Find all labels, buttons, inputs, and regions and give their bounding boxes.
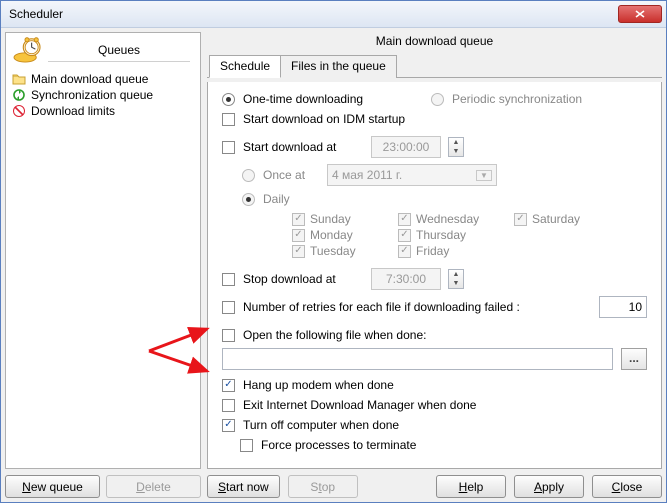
titlebar: Scheduler (1, 1, 666, 28)
sync-icon (12, 88, 26, 102)
queues-list: Main download queue Synchronization queu… (6, 67, 200, 123)
checkbox-force-terminate[interactable] (240, 439, 253, 452)
checkbox-wednesday[interactable] (398, 213, 411, 226)
checkbox-tuesday[interactable] (292, 245, 305, 258)
browse-button[interactable]: ... (621, 348, 647, 370)
tabs: Schedule Files in the queue (207, 54, 662, 78)
one-time-label: One-time downloading (243, 92, 423, 106)
queue-item-limits[interactable]: Download limits (12, 103, 194, 119)
once-at-label: Once at (263, 168, 319, 182)
close-icon[interactable] (618, 5, 662, 23)
queues-title: Queues (48, 39, 190, 62)
radio-daily[interactable] (242, 193, 255, 206)
checkbox-exit-idm[interactable] (222, 399, 235, 412)
checkbox-thursday[interactable] (398, 229, 411, 242)
limits-icon (12, 104, 26, 118)
stop-button[interactable]: Stop (288, 475, 358, 498)
radio-one-time[interactable] (222, 93, 235, 106)
periodic-label: Periodic synchronization (452, 92, 582, 106)
checkbox-start-at[interactable] (222, 141, 235, 154)
apply-button[interactable]: Apply (514, 475, 584, 498)
checkbox-hangup[interactable] (222, 379, 235, 392)
scheduler-window: Scheduler Queues (0, 0, 667, 503)
queue-label: Main download queue (31, 72, 148, 86)
schedule-panel: One-time downloading Periodic synchroniz… (207, 82, 662, 469)
queue-label: Download limits (31, 104, 115, 118)
checkbox-saturday[interactable] (514, 213, 527, 226)
retries-field[interactable]: 10 (599, 296, 647, 318)
stop-time-spinner[interactable]: ▲▼ (448, 269, 464, 289)
start-now-button[interactable]: Start now (207, 475, 280, 498)
queue-label: Synchronization queue (31, 88, 153, 102)
calendar-dropdown-icon[interactable]: ▼ (476, 170, 492, 181)
checkbox-stop-at[interactable] (222, 273, 235, 286)
checkbox-open-file[interactable] (222, 329, 235, 342)
start-time-field[interactable]: 23:00:00 (371, 136, 441, 158)
new-queue-button[interactable]: New queue (5, 475, 100, 498)
queues-panel: Queues Main download queue Synchronizati… (5, 32, 201, 469)
stop-time-field[interactable]: 7:30:00 (371, 268, 441, 290)
start-time-spinner[interactable]: ▲▼ (448, 137, 464, 157)
delete-button[interactable]: Delete (106, 475, 201, 498)
checkbox-sunday[interactable] (292, 213, 305, 226)
open-file-field[interactable] (222, 348, 613, 370)
tab-files[interactable]: Files in the queue (280, 55, 397, 78)
scheduler-icon (12, 37, 42, 63)
force-label: Force processes to terminate (261, 438, 416, 452)
daily-label: Daily (263, 192, 290, 206)
once-date-field[interactable]: 4 мая 2011 г. ▼ (327, 164, 497, 186)
exit-idm-label: Exit Internet Download Manager when done (243, 398, 476, 412)
checkbox-retries[interactable] (222, 301, 235, 314)
checkbox-start-startup[interactable] (222, 113, 235, 126)
radio-periodic[interactable] (431, 93, 444, 106)
queue-item-main[interactable]: Main download queue (12, 71, 194, 87)
window-title: Scheduler (9, 7, 63, 21)
hangup-label: Hang up modem when done (243, 378, 394, 392)
start-at-label: Start download at (243, 140, 363, 154)
start-startup-label: Start download on IDM startup (243, 112, 405, 126)
retries-label: Number of retries for each file if downl… (243, 300, 520, 314)
radio-once[interactable] (242, 169, 255, 182)
tab-schedule[interactable]: Schedule (209, 55, 281, 78)
close-dialog-button[interactable]: Close (592, 475, 662, 498)
stop-at-label: Stop download at (243, 272, 363, 286)
main-title: Main download queue (207, 32, 662, 50)
open-file-label: Open the following file when done: (243, 328, 426, 342)
checkbox-friday[interactable] (398, 245, 411, 258)
folder-icon (12, 72, 26, 86)
help-button[interactable]: Help (436, 475, 506, 498)
checkbox-turnoff[interactable] (222, 419, 235, 432)
checkbox-monday[interactable] (292, 229, 305, 242)
queue-item-sync[interactable]: Synchronization queue (12, 87, 194, 103)
turnoff-label: Turn off computer when done (243, 418, 399, 432)
